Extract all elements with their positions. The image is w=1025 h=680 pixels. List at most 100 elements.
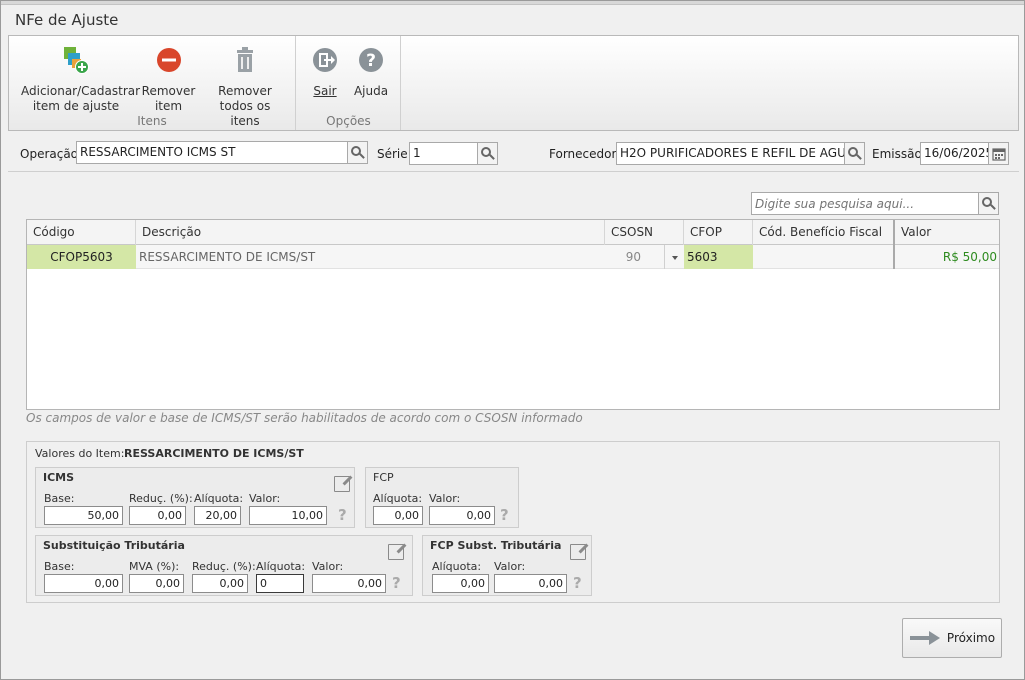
st-reduc-field[interactable]: 0,00: [192, 574, 248, 593]
col-header-beneficio[interactable]: Cód. Benefício Fiscal: [753, 220, 895, 245]
cell-cfop[interactable]: 5603: [684, 245, 753, 269]
operacao-label: Operação:: [20, 147, 83, 161]
remove-all-label-1: Remover: [218, 84, 272, 98]
fcp-aliquota-field[interactable]: 0,00: [373, 506, 423, 525]
operacao-field[interactable]: RESSARCIMENTO ICMS ST: [76, 141, 348, 164]
icms-aliquota-label: Alíquota:: [194, 492, 244, 505]
st-base-field[interactable]: 0,00: [44, 574, 123, 593]
search-icon: [982, 197, 992, 207]
help-icon: ?: [355, 44, 387, 76]
help-icon[interactable]: ?: [392, 574, 401, 592]
remove-item-button[interactable]: Remover item: [141, 44, 196, 114]
add-item-label-2: item de ajuste: [32, 99, 120, 113]
remove-item-label-2: item: [154, 99, 183, 113]
icms-valor-label: Valor:: [249, 492, 281, 505]
valores-item-panel: Valores do Item: RESSARCIMENTO DE ICMS/S…: [26, 441, 1000, 603]
edit-icon[interactable]: [334, 476, 350, 492]
fornecedor-field[interactable]: H2O PURIFICADORES E REFIL DE AGUA LTDA: [616, 142, 846, 165]
next-label: Próximo: [946, 631, 996, 645]
st-aliquota-field[interactable]: 0: [256, 574, 304, 593]
csosn-dropdown-button[interactable]: [664, 245, 684, 269]
col-header-descricao[interactable]: Descrição: [136, 220, 605, 245]
help-button[interactable]: ? Ajuda: [351, 44, 391, 99]
remove-icon: [153, 44, 185, 76]
fcp-st-valor-label: Valor:: [494, 560, 526, 573]
grid-search-input[interactable]: [751, 192, 979, 215]
icms-title: ICMS: [43, 471, 75, 484]
st-base-label: Base:: [44, 560, 75, 573]
arrow-right-icon: [909, 631, 940, 645]
st-aliquota-label: Alíquota:: [256, 560, 306, 573]
serie-field[interactable]: 1: [409, 142, 478, 165]
add-item-button[interactable]: Adicionar/Cadastrar item de ajuste: [21, 44, 140, 114]
icms-aliquota-field[interactable]: 20,00: [194, 506, 241, 525]
window-title: NFe de Ajuste: [15, 11, 119, 29]
grid-search-button[interactable]: [978, 192, 999, 215]
chevron-down-icon: [671, 256, 678, 260]
st-mva-field[interactable]: 0,00: [129, 574, 184, 593]
help-icon[interactable]: ?: [573, 574, 582, 592]
ribbon-toolbar: Adicionar/Cadastrar item de ajuste Remov…: [8, 35, 1019, 131]
emissao-field[interactable]: 16/06/2025: [920, 142, 990, 165]
edit-icon[interactable]: [570, 544, 586, 560]
remove-item-label-1: Remover: [141, 84, 196, 98]
fornecedor-search-button[interactable]: [844, 142, 865, 165]
col-header-codigo[interactable]: Código: [27, 220, 136, 245]
fcp-title: FCP: [373, 471, 394, 484]
svg-text:?: ?: [366, 51, 376, 71]
ribbon-group-opcoes: Sair ? Ajuda Opções: [297, 36, 401, 130]
ribbon-group-opcoes-label: Opções: [326, 114, 371, 128]
col-header-cfop[interactable]: CFOP: [684, 220, 753, 245]
serie-label: Série:: [377, 147, 412, 161]
serie-search-button[interactable]: [477, 142, 498, 165]
edit-icon[interactable]: [388, 544, 404, 560]
st-valor-field[interactable]: 0,00: [312, 574, 386, 593]
exit-button[interactable]: Sair: [307, 44, 343, 99]
cell-codigo: CFOP5603: [27, 245, 136, 269]
valores-item-name: RESSARCIMENTO DE ICMS/ST: [124, 447, 304, 460]
table-row[interactable]: CFOP5603 RESSARCIMENTO DE ICMS/ST 90 560…: [27, 245, 999, 269]
cell-valor: R$ 50,00: [942, 250, 997, 264]
operacao-search-button[interactable]: [347, 141, 368, 164]
calendar-icon: [991, 147, 1006, 161]
fcp-st-aliquota-field[interactable]: 0,00: [432, 574, 489, 593]
icms-base-label: Base:: [44, 492, 75, 505]
ribbon-group-itens: Adicionar/Cadastrar item de ajuste Remov…: [9, 36, 296, 130]
window-top-strip: [1, 1, 1024, 5]
icms-valor-field[interactable]: 10,00: [249, 506, 327, 525]
emissao-calendar-button[interactable]: [988, 142, 1009, 165]
st-box: Substituição Tributária Base: MVA (%): R…: [35, 535, 413, 596]
fcp-valor-label: Valor:: [429, 492, 461, 505]
fcp-st-valor-field[interactable]: 0,00: [494, 574, 567, 593]
col-header-valor[interactable]: Valor: [895, 220, 999, 245]
icms-box: ICMS Base: Reduç. (%): Alíquota: Valor: …: [35, 467, 355, 528]
exit-icon: [309, 44, 341, 76]
cell-csosn[interactable]: 90: [605, 245, 664, 269]
icms-base-field[interactable]: 50,00: [44, 506, 123, 525]
col-header-csosn[interactable]: CSOSN: [605, 220, 684, 245]
csosn-note: Os campos de valor e base de ICMS/ST ser…: [26, 411, 583, 425]
search-icon: [848, 147, 858, 157]
fcp-st-aliquota-label: Alíquota:: [432, 560, 482, 573]
fcp-box: FCP Alíquota: Valor: 0,00 0,00 ?: [365, 467, 519, 528]
cell-beneficio[interactable]: [753, 245, 895, 269]
st-valor-label: Valor:: [312, 560, 344, 573]
help-icon[interactable]: ?: [500, 506, 509, 524]
fcp-valor-field[interactable]: 0,00: [429, 506, 495, 525]
help-label: Ajuda: [353, 84, 389, 98]
next-button[interactable]: Próximo: [902, 618, 1002, 658]
icms-reduc-field[interactable]: 0,00: [129, 506, 186, 525]
icms-reduc-label: Reduç. (%):: [129, 492, 193, 505]
fornecedor-label: Fornecedor:: [549, 147, 621, 161]
help-icon[interactable]: ?: [338, 506, 347, 524]
search-icon: [351, 146, 361, 156]
fcp-st-title: FCP Subst. Tributária: [430, 539, 562, 552]
ribbon-group-itens-label: Itens: [137, 114, 167, 128]
add-item-icon: [60, 44, 92, 76]
st-title: Substituição Tributária: [43, 539, 185, 552]
trash-icon: [229, 44, 261, 76]
st-reduc-label: Reduç. (%):: [192, 560, 256, 573]
cell-descricao: RESSARCIMENTO DE ICMS/ST: [139, 250, 316, 264]
st-mva-label: MVA (%):: [129, 560, 180, 573]
header-separator: [8, 171, 1019, 172]
